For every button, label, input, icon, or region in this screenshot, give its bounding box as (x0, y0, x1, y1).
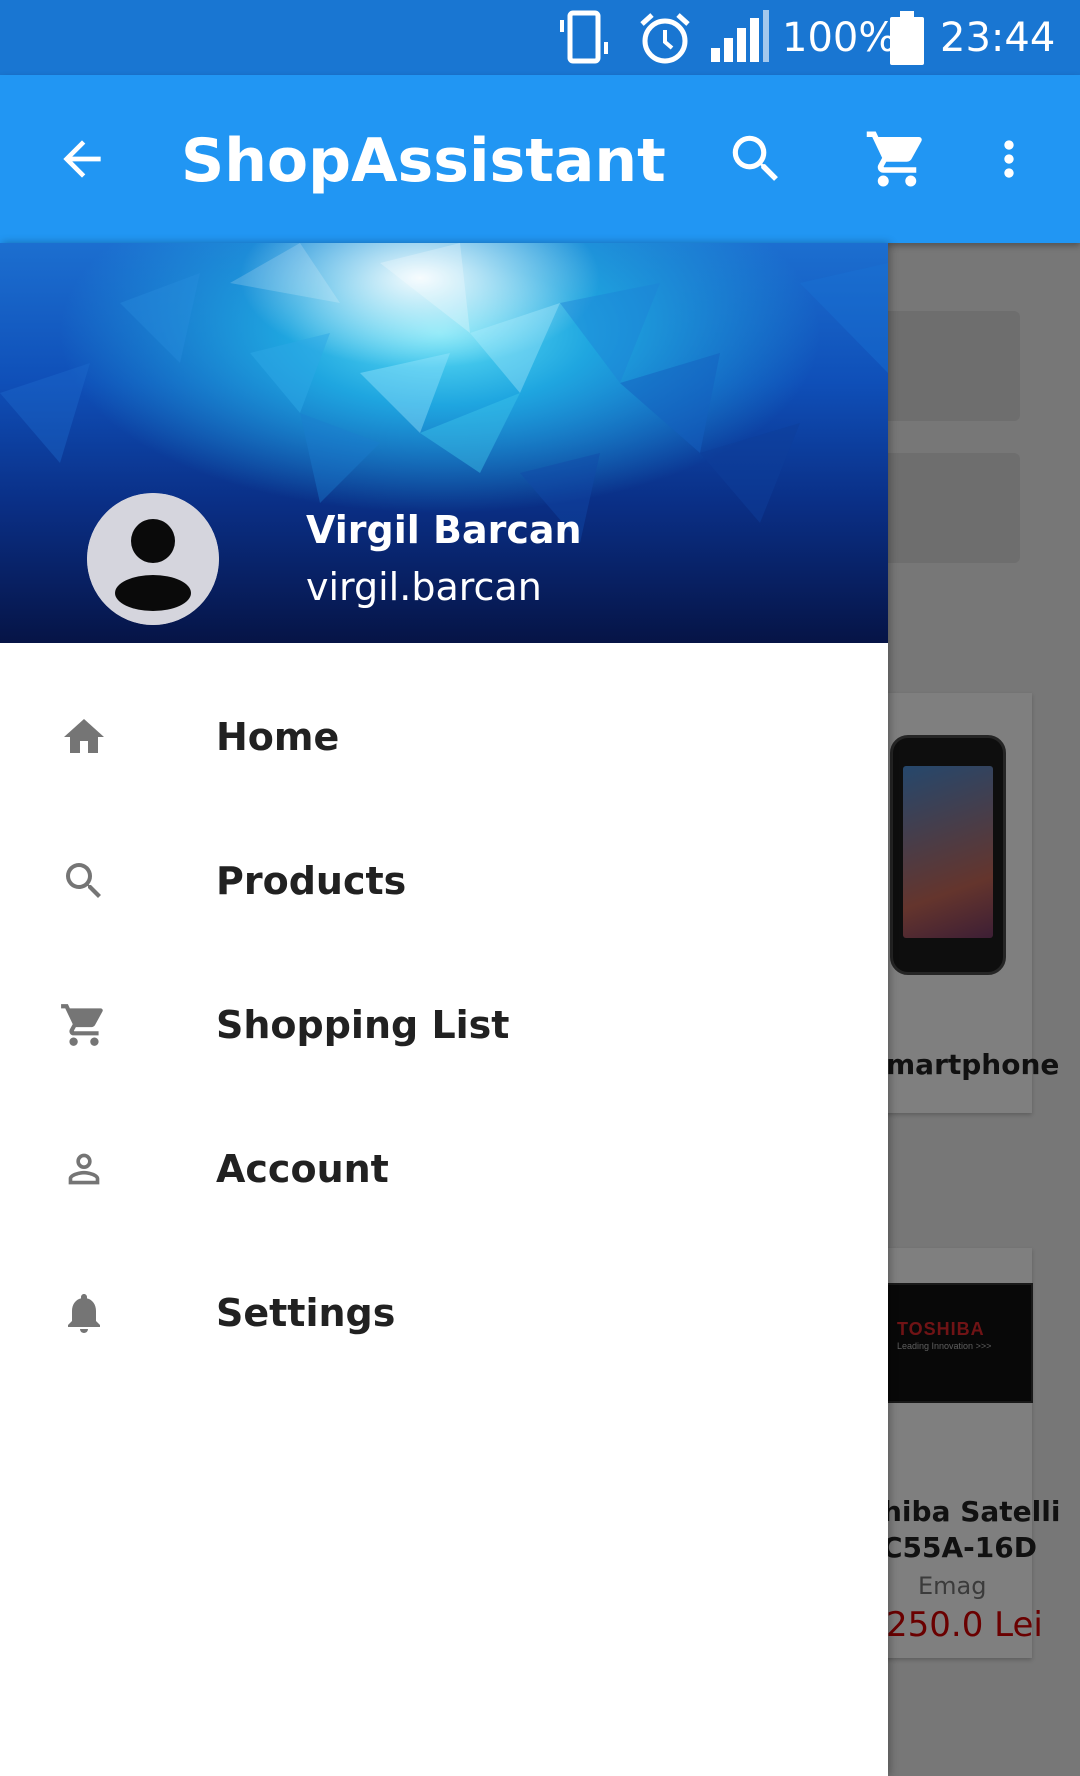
app-title: ShopAssistant (181, 126, 666, 196)
drawer-item-account[interactable]: Account (0, 1097, 888, 1241)
drawer-item-products[interactable]: Products (0, 809, 888, 953)
clock: 23:44 (940, 15, 1056, 61)
vibrate-icon (556, 10, 618, 66)
home-icon (56, 709, 112, 765)
bell-icon (56, 1285, 112, 1341)
drawer-item-shopping-list[interactable]: Shopping List (0, 953, 888, 1097)
user-email: virgil.barcan (306, 565, 542, 609)
cart-button[interactable] (861, 123, 933, 195)
drawer-item-label: Settings (216, 1291, 396, 1335)
drawer-item-label: Home (216, 715, 340, 759)
search-icon (56, 853, 112, 909)
search-button[interactable] (720, 123, 792, 195)
drawer-item-settings[interactable]: Settings (0, 1241, 888, 1385)
drawer-item-label: Products (216, 859, 407, 903)
back-button[interactable] (46, 123, 118, 195)
user-avatar-icon (87, 493, 219, 625)
app-bar: ShopAssistant (0, 75, 1080, 243)
cart-icon (56, 997, 112, 1053)
battery-percent: 100% (782, 15, 897, 61)
person-icon (56, 1141, 112, 1197)
drawer-item-label: Account (216, 1147, 389, 1191)
user-name: Virgil Barcan (306, 508, 582, 552)
avatar[interactable] (87, 493, 219, 625)
navigation-drawer: Virgil Barcan virgil.barcan Home Product… (0, 243, 888, 1776)
cart-icon (866, 131, 922, 187)
drawer-item-label: Shopping List (216, 1003, 510, 1047)
back-arrow-icon (63, 140, 101, 178)
more-options-button[interactable] (973, 123, 1045, 195)
status-bar: 100% 23:44 (0, 0, 1080, 75)
alarm-icon (636, 10, 694, 66)
search-icon (732, 135, 778, 181)
more-vert-icon (1004, 140, 1014, 178)
battery-icon (888, 10, 926, 66)
drawer-item-home[interactable]: Home (0, 665, 888, 809)
drawer-header: Virgil Barcan virgil.barcan (0, 243, 888, 643)
signal-icon (709, 10, 771, 66)
